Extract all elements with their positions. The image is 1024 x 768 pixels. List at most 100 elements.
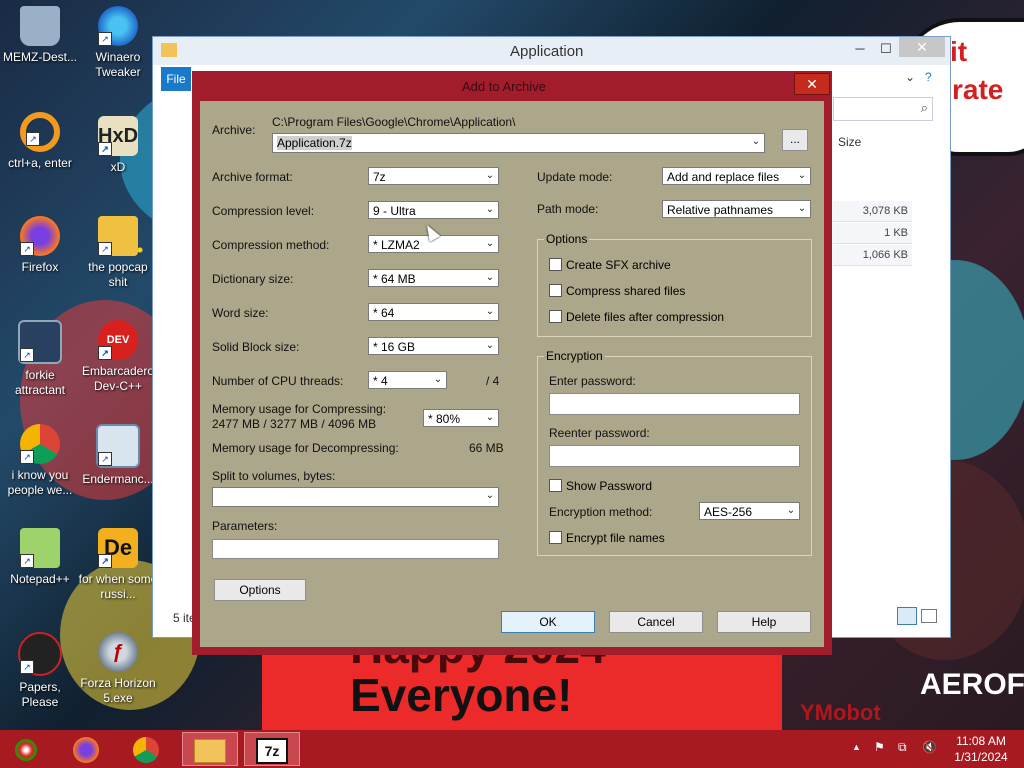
desktop-icon-memz[interactable]: MEMZ-Dest... — [0, 6, 80, 65]
show-password-checkbox[interactable]: Show Password — [549, 479, 652, 493]
options-button[interactable]: Options — [214, 579, 306, 601]
encryption-group-title: Encryption — [544, 349, 605, 363]
compress-shared-checkbox[interactable]: Compress shared files — [549, 284, 685, 298]
checkbox-box[interactable] — [549, 258, 562, 271]
desktop-icon-label: Forza Horizon 5.exe — [80, 676, 156, 705]
desktop-icon-papers-please[interactable]: ↗ Papers, Please — [0, 632, 80, 710]
show-hidden-icons-icon[interactable]: ▲ — [852, 742, 861, 752]
dialog-close-button[interactable]: ✕ — [794, 73, 830, 95]
password-input[interactable] — [549, 393, 800, 415]
taskbar-chrome[interactable] — [122, 732, 170, 766]
archive-name-combo[interactable]: Application.7z ⌄ — [272, 133, 765, 153]
cancel-button[interactable]: Cancel — [609, 611, 703, 633]
desktop-icon-popcap[interactable]: ↗ the popcap shit — [78, 216, 158, 290]
help-button[interactable]: Help — [717, 611, 811, 633]
add-to-archive-dialog[interactable]: Add to Archive ✕ Archive: C:\Program Fil… — [192, 71, 832, 655]
delete-after-checkbox[interactable]: Delete files after compression — [549, 310, 724, 324]
orange-ring-icon: ↗ — [20, 112, 60, 152]
desktop-icon-xd[interactable]: HxD ↗ xD — [78, 116, 158, 175]
checkbox-box[interactable] — [549, 284, 562, 297]
desktop-icon-enderman[interactable]: ↗ Endermanc... — [78, 424, 158, 487]
explorer-close-button[interactable]: ✕ — [899, 37, 945, 57]
desktop-icon-ctrl-a[interactable]: ↗ ctrl+a, enter — [0, 112, 80, 171]
shortcut-arrow-icon: ↗ — [98, 346, 112, 360]
create-sfx-checkbox[interactable]: Create SFX archive — [549, 258, 671, 272]
cpu-threads-value: * 4 — [373, 374, 388, 388]
ok-button[interactable]: OK — [501, 611, 595, 633]
path-mode-label: Path mode: — [537, 202, 599, 216]
volume-muted-icon[interactable]: 🔇 — [922, 740, 937, 754]
solid-block-value: * 16 GB — [373, 340, 416, 354]
encrypt-names-checkbox[interactable]: Encrypt file names — [549, 531, 665, 545]
taskbar: 7z ▲ ⚑ ⧉ 🔇 — [0, 730, 1024, 768]
browse-button[interactable]: ... — [782, 129, 808, 151]
dictionary-size-select[interactable]: * 64 MB ⌄ — [368, 269, 499, 287]
desktop-icon-winaero[interactable]: ↗ Winaero Tweaker — [78, 6, 158, 80]
enter-password-label: Enter password: — [549, 374, 636, 388]
dialog-titlebar[interactable]: Add to Archive ✕ — [192, 71, 832, 101]
desktop-icon-label: ctrl+a, enter — [8, 156, 72, 170]
popcap-icon: ↗ — [98, 216, 138, 256]
window-app-icon: ↗ — [96, 424, 140, 468]
parameters-input[interactable] — [212, 539, 499, 559]
mem-compress-value: 2477 MB / 3277 MB / 4096 MB — [212, 417, 377, 431]
desktop-icon-russi[interactable]: De ↗ for when some russi... — [78, 528, 158, 602]
file-size-cell: 1,066 KB — [833, 245, 912, 266]
encryption-method-select[interactable]: AES-256 ⌄ — [699, 502, 800, 520]
options-group: Options Create SFX archive Compress shar… — [537, 232, 812, 337]
maximize-button[interactable]: ☐ — [871, 39, 901, 59]
desktop-icon-forza[interactable]: ƒ Forza Horizon 5.exe — [78, 632, 158, 706]
large-icons-view-icon[interactable] — [921, 609, 937, 623]
desktop-icon-label: the popcap shit — [88, 260, 148, 289]
cpu-threads-select[interactable]: * 4 ⌄ — [368, 371, 447, 389]
compression-level-select[interactable]: 9 - Ultra ⌄ — [368, 201, 499, 219]
archive-name-value: Application.7z — [277, 136, 352, 150]
update-mode-select[interactable]: Add and replace files ⌄ — [662, 167, 811, 185]
desktop-icon-label: Papers, Please — [19, 680, 61, 709]
taskbar-firefox[interactable] — [62, 732, 110, 766]
desktop-icon-devcpp[interactable]: DEV ↗ Embarcadero Dev-C++ — [78, 320, 158, 394]
split-volumes-combo[interactable]: ⌄ — [212, 487, 499, 507]
search-icon: ⌕ — [920, 100, 928, 115]
shortcut-arrow-icon: ↗ — [20, 660, 34, 674]
create-sfx-label: Create SFX archive — [566, 258, 671, 272]
help-icon[interactable]: ? — [925, 70, 932, 84]
search-box[interactable]: ⌕ — [833, 97, 933, 121]
column-header-size[interactable]: Size — [838, 135, 861, 149]
desktop-icon-notepadpp[interactable]: ↗ Notepad++ — [0, 528, 80, 587]
details-view-icon[interactable] — [897, 607, 917, 625]
dictionary-size-label: Dictionary size: — [212, 272, 294, 286]
desktop-icon-chrome[interactable]: ↗ i know you people we... — [0, 424, 80, 498]
desktop-icon-forkie[interactable]: ↗ forkie attractant — [0, 320, 80, 398]
mem-compress-select[interactable]: * 80% ⌄ — [423, 409, 499, 427]
taskbar-file-explorer[interactable] — [182, 732, 238, 766]
word-size-select[interactable]: * 64 ⌄ — [368, 303, 499, 321]
desktop-icon-label: Firefox — [21, 260, 59, 274]
start-button[interactable] — [2, 732, 50, 766]
chevron-down-icon: ⌄ — [797, 203, 807, 214]
shortcut-arrow-icon: ↗ — [26, 132, 40, 146]
solid-block-select[interactable]: * 16 GB ⌄ — [368, 337, 499, 355]
reenter-password-input[interactable] — [549, 445, 800, 467]
network-icon[interactable]: ⧉ — [898, 740, 907, 755]
action-center-flag-icon[interactable]: ⚑ — [874, 740, 885, 754]
chevron-down-icon[interactable]: ⌄ — [905, 70, 915, 84]
taskbar-7zip[interactable]: 7z — [244, 732, 300, 766]
archive-path: C:\Program Files\Google\Chrome\Applicati… — [272, 115, 516, 129]
encrypt-names-label: Encrypt file names — [566, 531, 665, 545]
checkbox-box[interactable] — [549, 310, 562, 323]
desktop-icon-label: Notepad++ — [10, 572, 70, 586]
shortcut-arrow-icon: ↗ — [98, 32, 112, 46]
chevron-down-icon: ⌄ — [485, 340, 495, 351]
chevron-down-icon[interactable]: ⌄ — [750, 134, 762, 150]
explorer-titlebar[interactable]: Application ─ ☐ ✕ — [153, 37, 950, 65]
file-tab[interactable]: File — [161, 67, 191, 91]
path-mode-select[interactable]: Relative pathnames ⌄ — [662, 200, 811, 218]
taskbar-clock[interactable]: 11:08 AM 1/31/2024 — [950, 733, 1012, 765]
de-icon: De ↗ — [98, 528, 138, 568]
checkbox-box[interactable] — [549, 531, 562, 544]
checkbox-box[interactable] — [549, 479, 562, 492]
desktop-icon-firefox[interactable]: ↗ Firefox — [0, 216, 80, 275]
dialog-title: Add to Archive — [462, 79, 546, 94]
archive-format-select[interactable]: 7z ⌄ — [368, 167, 499, 185]
